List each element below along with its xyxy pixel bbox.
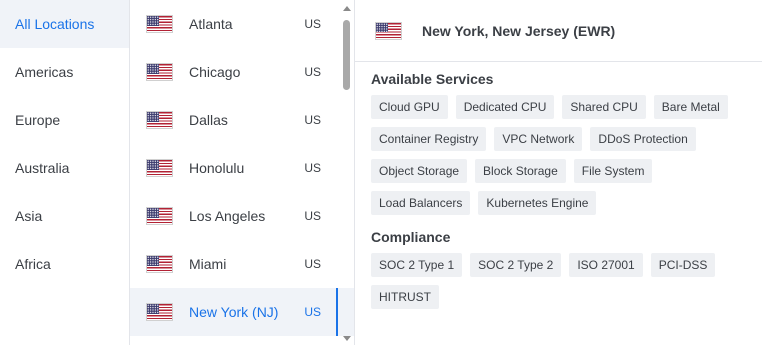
- service-tag: Kubernetes Engine: [478, 191, 597, 215]
- city-name: Honolulu: [189, 160, 245, 176]
- country-code: US: [304, 65, 321, 79]
- city-item-dallas[interactable]: Dallas US: [130, 96, 354, 144]
- us-flag-icon: [146, 207, 173, 225]
- city-list-scrollbar[interactable]: [340, 0, 354, 345]
- compliance-heading: Compliance: [371, 229, 451, 245]
- city-name: Dallas: [189, 112, 228, 128]
- detail-header: New York, New Jersey (EWR): [355, 0, 762, 62]
- scroll-down-arrow-icon[interactable]: [343, 336, 351, 341]
- scrollbar-thumb[interactable]: [343, 20, 350, 90]
- city-name: Los Angeles: [189, 208, 266, 224]
- region-item-europe[interactable]: Europe: [0, 96, 129, 144]
- country-code: US: [304, 161, 321, 175]
- city-name: New York (NJ): [189, 304, 279, 320]
- services-heading: Available Services: [371, 71, 494, 87]
- region-item-asia[interactable]: Asia: [0, 192, 129, 240]
- country-code: US: [304, 305, 321, 319]
- service-tag: File System: [573, 159, 653, 183]
- service-tag: Shared CPU: [562, 95, 646, 119]
- location-detail-panel: New York, New Jersey (EWR) Available Ser…: [355, 0, 762, 345]
- city-item-new-york[interactable]: New York (NJ) US: [130, 288, 354, 336]
- country-code: US: [304, 17, 321, 31]
- service-tag: Cloud GPU: [371, 95, 448, 119]
- us-flag-icon: [146, 159, 173, 177]
- location-title: New York, New Jersey (EWR): [422, 22, 616, 39]
- city-item-honolulu[interactable]: Honolulu US: [130, 144, 354, 192]
- compliance-tag: ISO 27001: [569, 253, 643, 277]
- city-item-los-angeles[interactable]: Los Angeles US: [130, 192, 354, 240]
- service-tag: Container Registry: [371, 127, 487, 151]
- region-item-americas[interactable]: Americas: [0, 48, 129, 96]
- us-flag-icon: [146, 15, 173, 33]
- country-code: US: [304, 113, 321, 127]
- compliance-tag: SOC 2 Type 2: [470, 253, 562, 277]
- us-flag-icon: [146, 255, 173, 273]
- country-code: US: [304, 257, 321, 271]
- service-tag: Load Balancers: [371, 191, 471, 215]
- region-sidebar: All Locations Americas Europe Australia …: [0, 0, 130, 345]
- city-list: Atlanta US Chicago US Dallas US Honolulu…: [130, 0, 355, 345]
- region-item-africa[interactable]: Africa: [0, 240, 129, 288]
- region-item-all-locations[interactable]: All Locations: [0, 0, 129, 48]
- service-tag: Bare Metal: [653, 95, 728, 119]
- country-code: US: [304, 209, 321, 223]
- service-tag: DDoS Protection: [590, 127, 696, 151]
- compliance-tag-list: SOC 2 Type 1 SOC 2 Type 2 ISO 27001 PCI-…: [355, 253, 762, 317]
- services-tag-list: Cloud GPU Dedicated CPU Shared CPU Bare …: [355, 95, 762, 223]
- service-tag: Dedicated CPU: [455, 95, 555, 119]
- service-tag: Block Storage: [475, 159, 566, 183]
- us-flag-icon: [146, 63, 173, 81]
- city-item-chicago[interactable]: Chicago US: [130, 48, 354, 96]
- city-item-atlanta[interactable]: Atlanta US: [130, 0, 354, 48]
- compliance-tag: PCI-DSS: [650, 253, 716, 277]
- scroll-up-arrow-icon[interactable]: [343, 6, 351, 11]
- us-flag-icon: [375, 21, 402, 40]
- us-flag-icon: [146, 303, 173, 321]
- region-item-australia[interactable]: Australia: [0, 144, 129, 192]
- us-flag-icon: [146, 111, 173, 129]
- city-name: Miami: [189, 256, 227, 272]
- service-tag: VPC Network: [494, 127, 583, 151]
- city-item-miami[interactable]: Miami US: [130, 240, 354, 288]
- compliance-tag: SOC 2 Type 1: [371, 253, 463, 277]
- city-name: Atlanta: [189, 16, 233, 32]
- city-name: Chicago: [189, 64, 241, 80]
- service-tag: Object Storage: [371, 159, 468, 183]
- compliance-tag: HITRUST: [371, 285, 439, 309]
